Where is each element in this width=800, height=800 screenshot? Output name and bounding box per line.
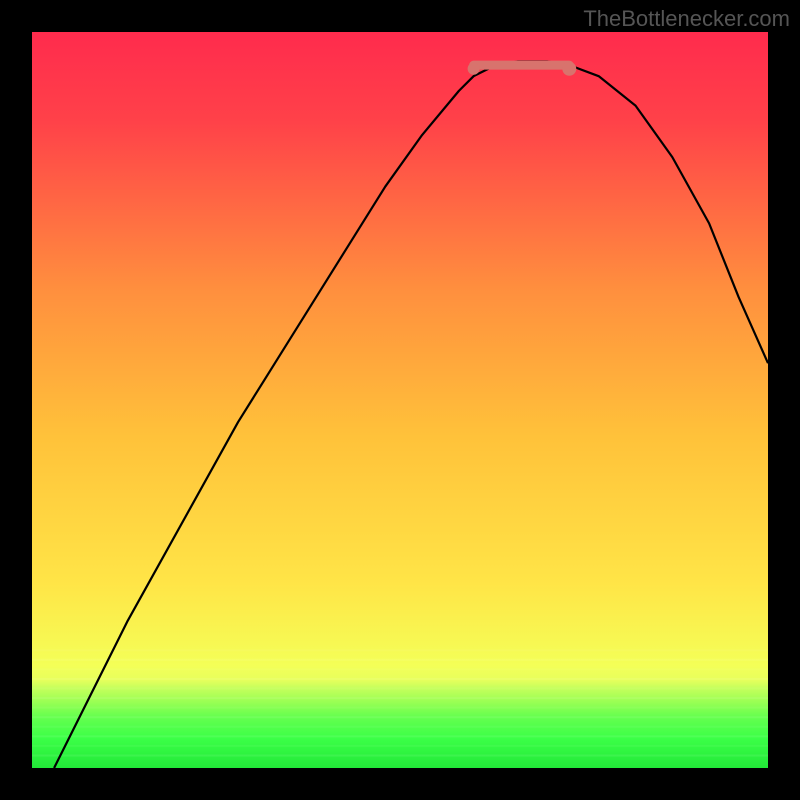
gradient-bg: [32, 32, 768, 768]
min-point-left: [468, 63, 480, 75]
watermark-text: TheBottlenecker.com: [583, 6, 790, 32]
plot-area: [32, 32, 768, 768]
chart-svg: [32, 32, 768, 768]
chart-container: TheBottlenecker.com: [0, 0, 800, 800]
min-point-right: [562, 62, 576, 76]
